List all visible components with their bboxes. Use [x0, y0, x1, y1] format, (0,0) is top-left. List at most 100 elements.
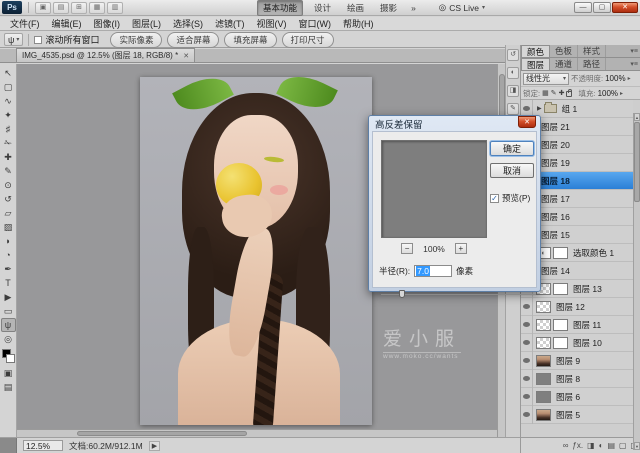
zoom-level-input[interactable]: 12.5% — [23, 440, 63, 451]
pen-tool-icon[interactable]: ✒ — [1, 262, 16, 276]
zoom-in-button[interactable]: + — [455, 243, 467, 254]
zoom-tool-icon[interactable]: ◎ — [1, 332, 16, 346]
layer-row-11[interactable]: 图层 12 — [521, 298, 633, 316]
mask-thumbnail[interactable] — [553, 247, 568, 259]
add-mask-icon[interactable]: ◨ — [587, 441, 595, 450]
new-layer-icon[interactable]: ▢ — [619, 441, 627, 450]
dodge-tool-icon[interactable]: ◔ — [1, 248, 16, 262]
scroll-up-icon[interactable]: ▲ — [634, 113, 640, 121]
menu-item-7[interactable]: 窗口(W) — [293, 17, 338, 30]
spinner-icon[interactable]: ▸ — [620, 90, 623, 97]
minimize-button[interactable]: — — [574, 2, 592, 13]
scrollbar-thumb[interactable] — [77, 431, 247, 436]
layer-thumbnail[interactable] — [536, 337, 551, 349]
opacity-value[interactable]: 100% — [605, 74, 625, 83]
workspace-button-1[interactable]: 设计 — [309, 1, 336, 15]
spinner-icon[interactable]: ▸ — [628, 75, 631, 82]
layer-row-17[interactable]: 图层 5 — [521, 406, 633, 424]
layer-thumbnail[interactable] — [536, 409, 551, 421]
options-button-2[interactable]: 填充屏幕 — [224, 32, 276, 48]
menu-item-4[interactable]: 选择(S) — [167, 17, 209, 30]
menu-item-2[interactable]: 图像(I) — [88, 17, 127, 30]
workspace-more-button[interactable]: » — [406, 2, 421, 14]
cs-live-button[interactable]: ◎ CS Live ▾ — [439, 2, 485, 13]
workspace-button-3[interactable]: 摄影 — [375, 1, 402, 15]
lock-all-icon[interactable] — [566, 91, 572, 97]
screen-mode-icon[interactable]: ▤ — [1, 380, 16, 394]
dialog-close-button[interactable]: ✕ — [518, 116, 536, 128]
screen-mode-icon[interactable]: ▥ — [107, 2, 123, 14]
tab-0[interactable]: 颜色 — [521, 45, 550, 57]
menu-item-3[interactable]: 图层(L) — [126, 17, 167, 30]
path-selection-tool-icon[interactable]: ▶ — [1, 290, 16, 304]
mask-thumbnail[interactable] — [553, 337, 568, 349]
tab-2[interactable]: 路径 — [578, 58, 606, 70]
lock-icon-0[interactable]: ▦ — [542, 89, 549, 97]
layer-effects-icon[interactable]: ƒx. — [572, 441, 583, 450]
close-tab-icon[interactable]: ✕ — [183, 52, 189, 60]
menu-item-1[interactable]: 编辑(E) — [46, 17, 88, 30]
eye-toggle[interactable] — [521, 388, 533, 406]
radius-input[interactable]: 7.0 — [414, 265, 452, 277]
layer-row-14[interactable]: 图层 9 — [521, 352, 633, 370]
options-button-0[interactable]: 实际像素 — [110, 32, 162, 48]
eraser-tool-icon[interactable]: ▱ — [1, 206, 16, 220]
layer-thumbnail[interactable] — [536, 391, 551, 403]
link-layers-icon[interactable]: ∞ — [563, 441, 569, 450]
quick-mask-icon[interactable]: ▣ — [1, 366, 16, 380]
close-button[interactable]: ✕ — [612, 2, 638, 13]
horizontal-scrollbar[interactable] — [17, 429, 497, 437]
type-tool-icon[interactable]: T — [1, 276, 16, 290]
maximize-button[interactable]: ▢ — [593, 2, 611, 13]
menu-item-6[interactable]: 视图(V) — [251, 17, 293, 30]
menu-item-8[interactable]: 帮助(H) — [337, 17, 380, 30]
scroll-down-icon[interactable]: ▼ — [634, 442, 640, 450]
scroll-all-windows-checkbox[interactable]: 滚动所有窗口 — [34, 33, 99, 46]
expand-icon[interactable]: ▶ — [537, 105, 542, 112]
tab-1[interactable]: 通道 — [550, 58, 578, 70]
mask-thumbnail[interactable] — [553, 283, 568, 295]
eye-toggle[interactable] — [521, 298, 533, 316]
color-swatches[interactable] — [1, 348, 16, 364]
fill-value[interactable]: 100% — [598, 89, 618, 98]
ok-button[interactable]: 确定 — [490, 141, 534, 156]
document-tab[interactable]: IMG_4535.psd @ 12.5% (图层 18, RGB/8) * ✕ — [16, 48, 195, 62]
tool-preset-picker[interactable]: ψ ▾ — [4, 33, 23, 46]
layer-row-15[interactable]: 图层 8 — [521, 370, 633, 388]
eye-toggle[interactable] — [521, 334, 533, 352]
options-button-3[interactable]: 打印尺寸 — [282, 32, 334, 48]
eye-toggle[interactable] — [521, 352, 533, 370]
shape-tool-icon[interactable]: ▭ — [1, 304, 16, 318]
workspace-button-2[interactable]: 绘画 — [342, 1, 369, 15]
launch-bridge-icon[interactable]: ▣ — [35, 2, 51, 14]
masks-panel-icon[interactable]: ◨ — [507, 85, 519, 97]
scrollbar-thumb[interactable] — [634, 122, 640, 202]
tab-0[interactable]: 图层 — [521, 58, 550, 70]
hand-tool-icon[interactable]: ψ — [1, 318, 16, 332]
gradient-tool-icon[interactable]: ▨ — [1, 220, 16, 234]
tab-1[interactable]: 色板 — [550, 45, 578, 57]
layer-row-12[interactable]: 图层 11 — [521, 316, 633, 334]
layer-row-16[interactable]: 图层 6 — [521, 388, 633, 406]
eye-toggle[interactable] — [521, 316, 533, 334]
layer-row-13[interactable]: 图层 10 — [521, 334, 633, 352]
tab-2[interactable]: 样式 — [578, 45, 606, 57]
zoom-out-button[interactable]: − — [401, 243, 413, 254]
background-color-swatch[interactable] — [6, 354, 15, 363]
quick-selection-tool-icon[interactable]: ✦ — [1, 108, 16, 122]
blur-tool-icon[interactable]: ◗ — [1, 234, 16, 248]
healing-brush-tool-icon[interactable]: ✚ — [1, 150, 16, 164]
zoom-level-icon[interactable]: ⊞ — [71, 2, 87, 14]
brush-tool-icon[interactable]: ✎ — [1, 164, 16, 178]
cancel-button[interactable]: 取消 — [490, 163, 534, 178]
menu-item-5[interactable]: 滤镜(T) — [209, 17, 251, 30]
marquee-tool-icon[interactable]: ▢ — [1, 80, 16, 94]
crop-tool-icon[interactable]: ♯ — [1, 122, 16, 136]
mask-thumbnail[interactable] — [553, 319, 568, 331]
layer-thumbnail[interactable] — [536, 301, 551, 313]
new-group-icon[interactable]: ▤ — [607, 441, 615, 450]
status-options-icon[interactable]: ▶ — [149, 441, 160, 451]
eye-toggle[interactable] — [521, 406, 533, 424]
lock-icon-1[interactable]: ✎ — [551, 89, 557, 97]
arrange-documents-icon[interactable]: ▦ — [89, 2, 105, 14]
